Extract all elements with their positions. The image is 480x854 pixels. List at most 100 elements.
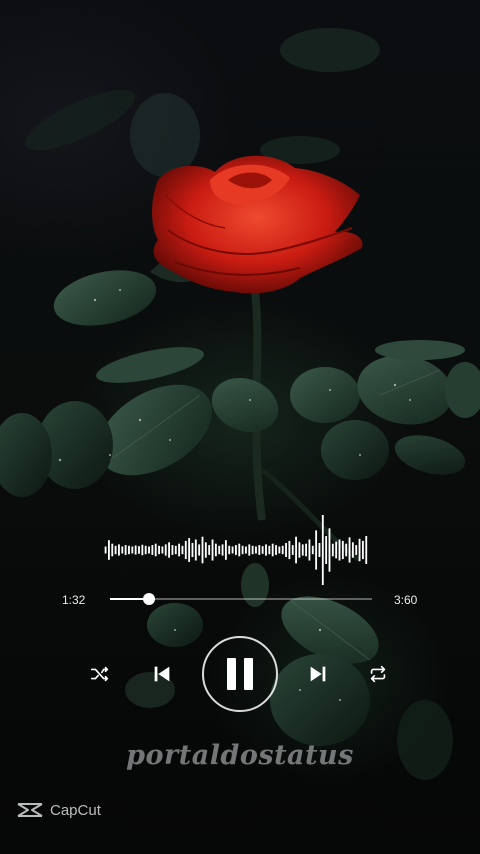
- waveform-bar: [231, 546, 234, 554]
- waveform-bar: [178, 543, 181, 557]
- waveform-bar: [201, 536, 204, 564]
- shuffle-icon: [90, 666, 109, 682]
- waveform-bar: [124, 545, 127, 555]
- waveform-bar: [281, 545, 284, 555]
- waveform-bar: [198, 544, 201, 556]
- waveform-bar: [341, 540, 344, 560]
- previous-track-button[interactable]: [150, 662, 174, 686]
- waveform-bar: [308, 539, 311, 561]
- waveform-bar: [168, 542, 170, 558]
- waveform-bar: [111, 543, 114, 557]
- capcut-brand-label: CapCut: [50, 801, 101, 819]
- waveform-bar: [214, 543, 217, 557]
- waveform-bar: [211, 539, 214, 561]
- waveform-bar: [228, 545, 231, 555]
- waveform-bar: [258, 545, 261, 555]
- waveform-bar: [295, 536, 297, 564]
- waveform-bar: [131, 546, 134, 554]
- waveform-bar: [318, 543, 321, 557]
- current-time-label: 1:32: [62, 593, 86, 607]
- waveform-bar: [315, 530, 318, 570]
- waveform-bar: [144, 545, 147, 555]
- waveform-bar: [134, 545, 137, 555]
- waveform-bar: [204, 542, 207, 558]
- waveform-bar: [271, 543, 274, 557]
- waveform-bar: [361, 540, 364, 560]
- waveform-bar: [154, 543, 157, 557]
- waveform-bar: [151, 545, 154, 555]
- waveform-bar: [184, 540, 187, 560]
- shuffle-button[interactable]: [88, 662, 112, 686]
- waveform-bar: [241, 545, 244, 555]
- watermark-text: portaldostatus: [126, 740, 354, 771]
- waveform-bar: [245, 546, 247, 554]
- waveform-bar: [148, 546, 150, 554]
- waveform-bar: [348, 537, 351, 563]
- waveform-bar: [174, 545, 177, 555]
- waveform-bar: [194, 539, 197, 561]
- waveform-bar: [181, 545, 184, 555]
- waveform-bar: [261, 546, 264, 554]
- waveform-bar: [138, 546, 140, 554]
- waveform-bar: [248, 544, 251, 556]
- waveform-bar: [321, 515, 324, 585]
- waveform-bar: [118, 544, 120, 556]
- waveform-bar: [208, 545, 211, 555]
- skip-next-icon: [310, 666, 326, 682]
- waveform-bar: [331, 543, 334, 557]
- waveform-bar: [121, 546, 124, 554]
- repeat-icon: [370, 665, 386, 683]
- capcut-watermark: CapCut: [16, 800, 101, 820]
- waveform-bar: [218, 545, 221, 555]
- waveform-bar: [301, 544, 304, 556]
- waveform-bar: [238, 543, 241, 557]
- waveform-bar: [358, 538, 361, 562]
- next-track-button[interactable]: [306, 662, 330, 686]
- progress-track[interactable]: [110, 593, 372, 605]
- waveform-bar: [188, 538, 191, 562]
- waveform-bar: [305, 543, 308, 557]
- waveform-bar: [291, 545, 294, 555]
- repeat-button[interactable]: [366, 662, 390, 686]
- waveform-bar: [164, 544, 167, 556]
- waveform-bar: [288, 540, 291, 560]
- waveform-bar: [141, 544, 144, 556]
- rose-background-image: [0, 28, 480, 780]
- waveform-bar: [108, 540, 110, 560]
- play-pause-button[interactable]: [202, 636, 278, 712]
- waveform-bar: [191, 543, 194, 557]
- waveform-bar: [251, 545, 254, 555]
- pause-icon: [227, 658, 253, 690]
- waveform-bar: [278, 546, 281, 554]
- waveform-bar: [285, 543, 287, 557]
- waveform-bar: [255, 546, 257, 554]
- music-player-screen: 1:32 3:60 portaldostatus CapCut: [0, 0, 480, 854]
- waveform-bar: [128, 545, 130, 555]
- waveform-bar: [104, 546, 107, 554]
- skip-previous-icon: [154, 666, 170, 682]
- waveform-bar: [221, 544, 224, 556]
- waveform-bar: [275, 545, 277, 555]
- waveform-bar: [235, 545, 237, 555]
- waveform-bar: [345, 543, 348, 557]
- waveform-bar: [355, 545, 358, 555]
- waveform-bar: [328, 528, 331, 572]
- waveform-bar: [311, 545, 314, 555]
- waveform-bar: [335, 541, 338, 559]
- waveform-bar: [268, 545, 271, 555]
- audio-waveform: [104, 515, 368, 585]
- waveform-bar: [171, 545, 174, 555]
- total-time-label: 3:60: [394, 593, 418, 607]
- rose-flower: [152, 155, 363, 294]
- waveform-bar: [114, 545, 117, 555]
- waveform-bar: [298, 542, 301, 558]
- waveform-bar: [224, 540, 227, 560]
- waveform-bar: [365, 536, 368, 564]
- waveform-bar: [158, 545, 160, 555]
- waveform-bar: [265, 544, 267, 556]
- waveform-bar: [325, 536, 328, 564]
- waveform-bar: [338, 539, 341, 561]
- waveform-bar: [161, 546, 164, 554]
- waveform-bar: [351, 542, 354, 558]
- capcut-logo-icon: [17, 803, 43, 817]
